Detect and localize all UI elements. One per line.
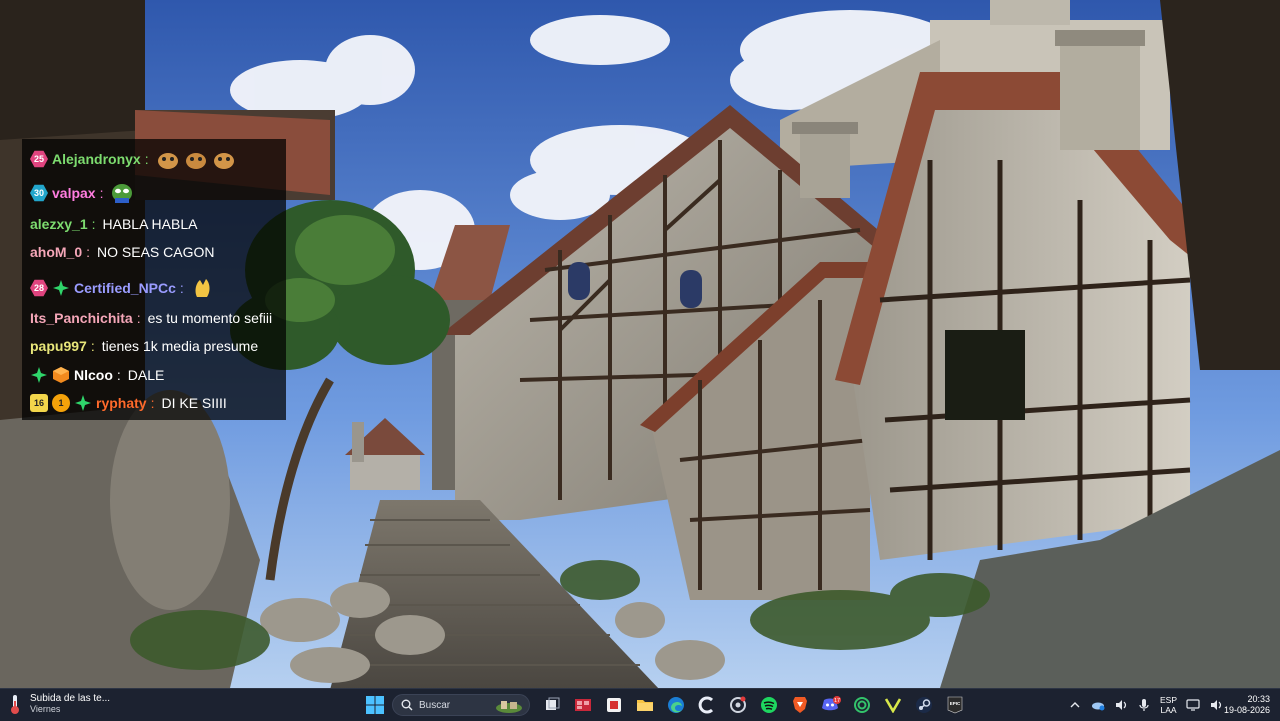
pepe-emote bbox=[112, 184, 133, 203]
hamster-emote bbox=[185, 153, 206, 169]
edge-button[interactable] bbox=[663, 692, 689, 718]
onedrive-icon[interactable] bbox=[1091, 698, 1105, 712]
stream-chat-overlay: 25 Alejandronyx: 30 valpax: alezxy_1: HA… bbox=[22, 139, 286, 420]
nvidia-icon bbox=[853, 697, 870, 713]
discord-icon: 17 bbox=[821, 696, 841, 711]
search-label: Buscar bbox=[419, 699, 451, 711]
subscriber-badge: 16 bbox=[30, 394, 48, 412]
brave-button[interactable] bbox=[787, 692, 813, 718]
chat-username: Its_Panchichita bbox=[30, 310, 133, 326]
start-button[interactable] bbox=[362, 692, 388, 718]
clap-emote bbox=[195, 279, 210, 297]
weather-widget[interactable]: Subida de las te... Viernes bbox=[8, 693, 110, 715]
star-badge-icon bbox=[31, 367, 47, 383]
chat-message: papu997: tienes 1k media presume bbox=[30, 338, 259, 354]
chat-username: Certified_NPCc bbox=[74, 280, 176, 296]
chat-message: 16 1 ryphaty: DI KE SIIII bbox=[30, 389, 227, 417]
search-icon bbox=[401, 699, 413, 711]
chat-username: ahoM_0 bbox=[30, 244, 83, 260]
chevron-up-icon[interactable] bbox=[1068, 698, 1082, 712]
chat-username: papu997 bbox=[30, 338, 87, 354]
system-tray: ESP LAA bbox=[1068, 689, 1223, 721]
chat-message: Its_Panchichita: es tu momento sefiii bbox=[30, 310, 273, 326]
chat-message: 25 Alejandronyx: bbox=[30, 145, 236, 173]
task-view-button[interactable] bbox=[539, 692, 565, 718]
spotify-button[interactable] bbox=[756, 692, 782, 718]
star-badge-icon bbox=[53, 280, 69, 296]
steam-button[interactable] bbox=[911, 692, 937, 718]
chat-message: 28 Certified_NPCc: bbox=[30, 274, 215, 302]
chat-username: Alejandronyx bbox=[52, 151, 141, 167]
edge-icon bbox=[667, 697, 684, 713]
brave-icon bbox=[792, 697, 807, 713]
weather-subtitle: Viernes bbox=[30, 704, 61, 714]
subscriber-badge: 25 bbox=[30, 150, 48, 168]
clock-time: 20:33 bbox=[1247, 694, 1270, 704]
windows-icon bbox=[366, 696, 384, 714]
chat-text: DALE bbox=[127, 367, 165, 383]
chat-message: ahoM_0: NO SEAS CAGON bbox=[30, 244, 215, 260]
settings-icon bbox=[729, 696, 746, 713]
search-box[interactable]: Buscar bbox=[392, 694, 530, 716]
subscriber-badge: 30 bbox=[30, 184, 48, 202]
c-browser-icon bbox=[698, 696, 713, 714]
media-store-icon bbox=[574, 699, 591, 711]
epic-games-button[interactable]: EPIC bbox=[942, 692, 968, 718]
chat-username: alezxy_1 bbox=[30, 216, 88, 232]
cube-badge-icon bbox=[53, 367, 69, 383]
hamster-emote bbox=[213, 153, 234, 169]
spotify-icon bbox=[760, 697, 777, 713]
svg-text:EPIC: EPIC bbox=[949, 701, 960, 706]
weather-title: Subida de las te... bbox=[30, 693, 111, 704]
taskbar: Subida de las te... Viernes Buscar 17 EP… bbox=[0, 688, 1280, 721]
network-icon[interactable] bbox=[1186, 698, 1200, 712]
file-manager-icon bbox=[545, 697, 559, 710]
hamster-emote bbox=[157, 153, 178, 169]
snipping-tool-icon bbox=[606, 698, 621, 712]
snipping-tool-button[interactable] bbox=[601, 692, 627, 718]
thermometer-icon bbox=[11, 695, 19, 714]
clock[interactable]: 20:33 19-08-2026 bbox=[1218, 694, 1270, 716]
subscriber-badge: 28 bbox=[30, 279, 48, 297]
microphone-icon[interactable] bbox=[1137, 698, 1151, 712]
chat-message: 30 valpax: bbox=[30, 179, 134, 207]
file-explorer-button[interactable] bbox=[632, 692, 658, 718]
chat-username: Nlcoo bbox=[74, 367, 113, 383]
chat-message: Nlcoo: DALE bbox=[30, 361, 164, 389]
taskbar-center: Buscar 17 EPIC bbox=[362, 689, 970, 721]
settings-button[interactable] bbox=[725, 692, 751, 718]
volume-icon[interactable] bbox=[1114, 698, 1128, 712]
search-highlight-icon bbox=[496, 701, 522, 713]
discord-button[interactable]: 17 bbox=[818, 692, 844, 718]
bits-badge: 1 bbox=[52, 394, 70, 412]
folder-icon bbox=[636, 700, 653, 711]
chat-text: HABLA HABLA bbox=[102, 216, 198, 232]
clock-date: 19-08-2026 bbox=[1223, 705, 1270, 715]
chat-text: NO SEAS CAGON bbox=[97, 244, 215, 260]
chat-message: alezxy_1: HABLA HABLA bbox=[30, 216, 198, 232]
chat-username: ryphaty bbox=[96, 395, 147, 411]
vpn-icon bbox=[884, 698, 901, 713]
chat-text: es tu momento sefiii bbox=[147, 310, 273, 326]
steam-icon bbox=[915, 697, 932, 713]
chat-username: valpax bbox=[52, 185, 96, 201]
chat-text: tienes 1k media presume bbox=[101, 338, 259, 354]
epic-games-icon: EPIC bbox=[947, 696, 962, 714]
svg-text:17: 17 bbox=[833, 698, 839, 704]
language-indicator[interactable]: ESP LAA bbox=[1160, 695, 1177, 715]
chat-text: DI KE SIIII bbox=[161, 395, 227, 411]
star-badge-icon bbox=[75, 395, 91, 411]
nvidia-button[interactable] bbox=[849, 692, 875, 718]
media-store-button[interactable] bbox=[570, 692, 596, 718]
c-browser-button[interactable] bbox=[694, 692, 720, 718]
vpn-button[interactable] bbox=[880, 692, 906, 718]
